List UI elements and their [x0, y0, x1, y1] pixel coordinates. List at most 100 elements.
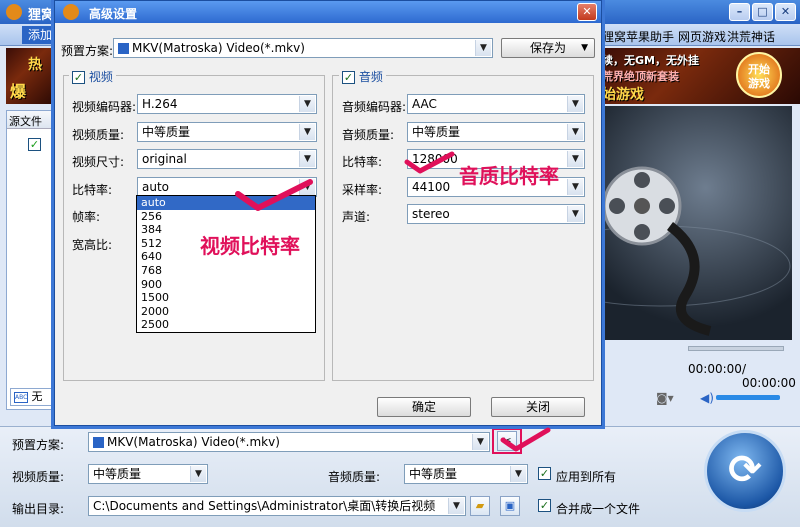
audio-bitrate-label: 比特率: — [342, 155, 383, 169]
video-codec-select[interactable]: H.264 ▼ — [137, 94, 317, 114]
chevron-down-icon: ▼ — [299, 151, 315, 167]
video-codec-value: H.264 — [142, 97, 178, 111]
banner-text: 荒界绝顶新套装 — [602, 70, 679, 83]
chevron-down-icon: ▼ — [581, 43, 588, 53]
dropdown-option[interactable]: 2000 — [137, 305, 315, 319]
output-dir-input[interactable]: C:\Documents and Settings\Administrator\… — [88, 496, 466, 516]
link-web-games[interactable]: 网页游戏 — [678, 28, 726, 45]
video-quality-label: 视频质量: — [72, 128, 125, 142]
film-reel-icon — [600, 166, 791, 336]
apply-all-checkbox[interactable]: ✓ — [538, 467, 551, 480]
save-as-button[interactable]: 保存为 ▼ — [501, 38, 595, 58]
banner-text: 续，无GM，无外挂 — [602, 54, 699, 67]
video-framerate-label: 帧率: — [72, 210, 101, 224]
chevron-down-icon: ▼ — [299, 96, 315, 112]
volume-icon[interactable]: ◀) — [700, 391, 714, 405]
video-quality-value: 中等质量 — [142, 125, 191, 139]
dropdown-option[interactable]: 2500 — [137, 318, 315, 332]
video-format-icon — [118, 43, 129, 54]
video-size-label: 视频尺寸: — [72, 155, 125, 169]
ad-banner-left[interactable]: 热 爆 — [6, 48, 54, 104]
ok-button[interactable]: 确定 — [377, 397, 471, 417]
save-as-label: 保存为 — [529, 41, 566, 55]
bottom-preset-select[interactable]: MKV(Matroska) Video(*.mkv) ▼ — [88, 432, 490, 452]
video-bitrate-dropdown-list[interactable]: auto 256 384 512 640 768 900 1500 2000 2… — [136, 195, 316, 333]
dialog-close-icon[interactable]: ✕ — [577, 3, 597, 21]
bottom-audio-quality-label: 音频质量: — [328, 470, 381, 484]
video-aspect-label: 宽高比: — [72, 238, 113, 252]
video-enable-checkbox[interactable]: ✓ — [72, 71, 85, 84]
bottom-audio-quality-select[interactable]: 中等质量 ▼ — [404, 464, 528, 484]
dropdown-option[interactable]: 900 — [137, 278, 315, 292]
audio-codec-label: 音频编码器: — [342, 100, 407, 114]
audio-quality-value: 中等质量 — [412, 125, 461, 139]
close-button[interactable]: 关闭 — [491, 397, 585, 417]
video-group-header: ✓ 视频 — [69, 68, 116, 85]
maximize-icon[interactable]: □ — [752, 3, 773, 21]
chevron-down-icon: ▼ — [472, 434, 488, 450]
seek-bar[interactable] — [688, 346, 784, 351]
apply-all-label: 应用到所有 — [556, 470, 617, 484]
bottom-audio-quality-value: 中等质量 — [409, 467, 458, 481]
annotation-audio-bitrate: 音质比特率 — [459, 164, 559, 188]
dialog-titlebar: 高级设置 ✕ — [55, 1, 601, 23]
start-game-button[interactable]: 开始 游戏 — [736, 52, 782, 98]
time-current: 00:00:00 — [688, 362, 742, 376]
time-total: / 00:00:00 — [742, 362, 796, 390]
preview-area — [600, 106, 792, 340]
video-quality-select[interactable]: 中等质量 ▼ — [137, 122, 317, 142]
output-dir-value: C:\Documents and Settings\Administrator\… — [93, 499, 436, 513]
subtitle-value: 无 — [31, 390, 43, 403]
bottom-preset-label: 预置方案: — [12, 438, 65, 452]
volume-slider[interactable] — [716, 395, 780, 400]
app-logo-icon — [63, 4, 79, 20]
app-logo-icon — [6, 4, 22, 20]
video-codec-label: 视频编码器: — [72, 100, 137, 114]
video-size-value: original — [142, 152, 187, 166]
bottom-video-quality-select[interactable]: 中等质量 ▼ — [88, 464, 208, 484]
folder-browse-icon[interactable]: ▣ — [500, 496, 520, 516]
dropdown-option[interactable]: 1500 — [137, 291, 315, 305]
dialog-preset-label: 预置方案: — [61, 44, 114, 58]
chevron-down-icon: ▼ — [567, 206, 583, 222]
chevron-down-icon: ▼ — [567, 124, 583, 140]
output-dir-label: 输出目录: — [12, 502, 65, 516]
minimize-icon[interactable]: – — [729, 3, 750, 21]
camera-icon[interactable]: ◙▾ — [656, 391, 674, 405]
merge-checkbox[interactable]: ✓ — [538, 499, 551, 512]
video-format-icon — [93, 437, 104, 448]
dialog-title: 高级设置 — [89, 7, 138, 21]
audio-quality-select[interactable]: 中等质量 ▼ — [407, 122, 585, 142]
link-apple-helper[interactable]: 狸窝苹果助手 — [602, 28, 674, 45]
bottom-preset-value: MKV(Matroska) Video(*.mkv) — [107, 435, 280, 449]
chevron-down-icon: ▼ — [567, 151, 583, 167]
dropdown-option[interactable]: 768 — [137, 264, 315, 278]
video-size-select[interactable]: original ▼ — [137, 149, 317, 169]
file-list-header: 源文件 — [7, 111, 53, 129]
link-honghuang[interactable]: 洪荒神话 — [727, 28, 775, 45]
chevron-down-icon: ▼ — [567, 179, 583, 195]
chevron-down-icon: ▼ — [567, 96, 583, 112]
chevron-down-icon: ▼ — [190, 466, 206, 482]
folder-open-icon[interactable]: ▰ — [470, 496, 490, 516]
add-file-button[interactable]: 添加 — [22, 26, 59, 44]
audio-codec-value: AAC — [412, 97, 437, 111]
dialog-preset-select[interactable]: MKV(Matroska) Video(*.mkv) ▼ — [113, 38, 493, 58]
close-icon[interactable]: ✕ — [775, 3, 796, 21]
file-checkbox[interactable]: ✓ — [28, 138, 41, 151]
audio-channel-label: 声道: — [342, 210, 371, 224]
audio-enable-checkbox[interactable]: ✓ — [342, 71, 355, 84]
video-bitrate-label: 比特率: — [72, 183, 113, 197]
audio-group-header: ✓ 音频 — [339, 68, 386, 85]
convert-button[interactable]: ⟳ — [704, 430, 786, 512]
chevron-down-icon: ▼ — [448, 498, 464, 514]
audio-samplerate-label: 采样率: — [342, 183, 383, 197]
chevron-down-icon: ▼ — [475, 40, 491, 56]
audio-group — [332, 75, 594, 381]
audio-quality-label: 音频质量: — [342, 128, 395, 142]
audio-channel-select[interactable]: stereo ▼ — [407, 204, 585, 224]
audio-codec-select[interactable]: AAC ▼ — [407, 94, 585, 114]
subtitle-select[interactable]: ABC 无 — [10, 388, 54, 406]
file-list[interactable]: 源文件 — [6, 110, 54, 410]
dialog-preset-value: MKV(Matroska) Video(*.mkv) — [132, 41, 305, 55]
